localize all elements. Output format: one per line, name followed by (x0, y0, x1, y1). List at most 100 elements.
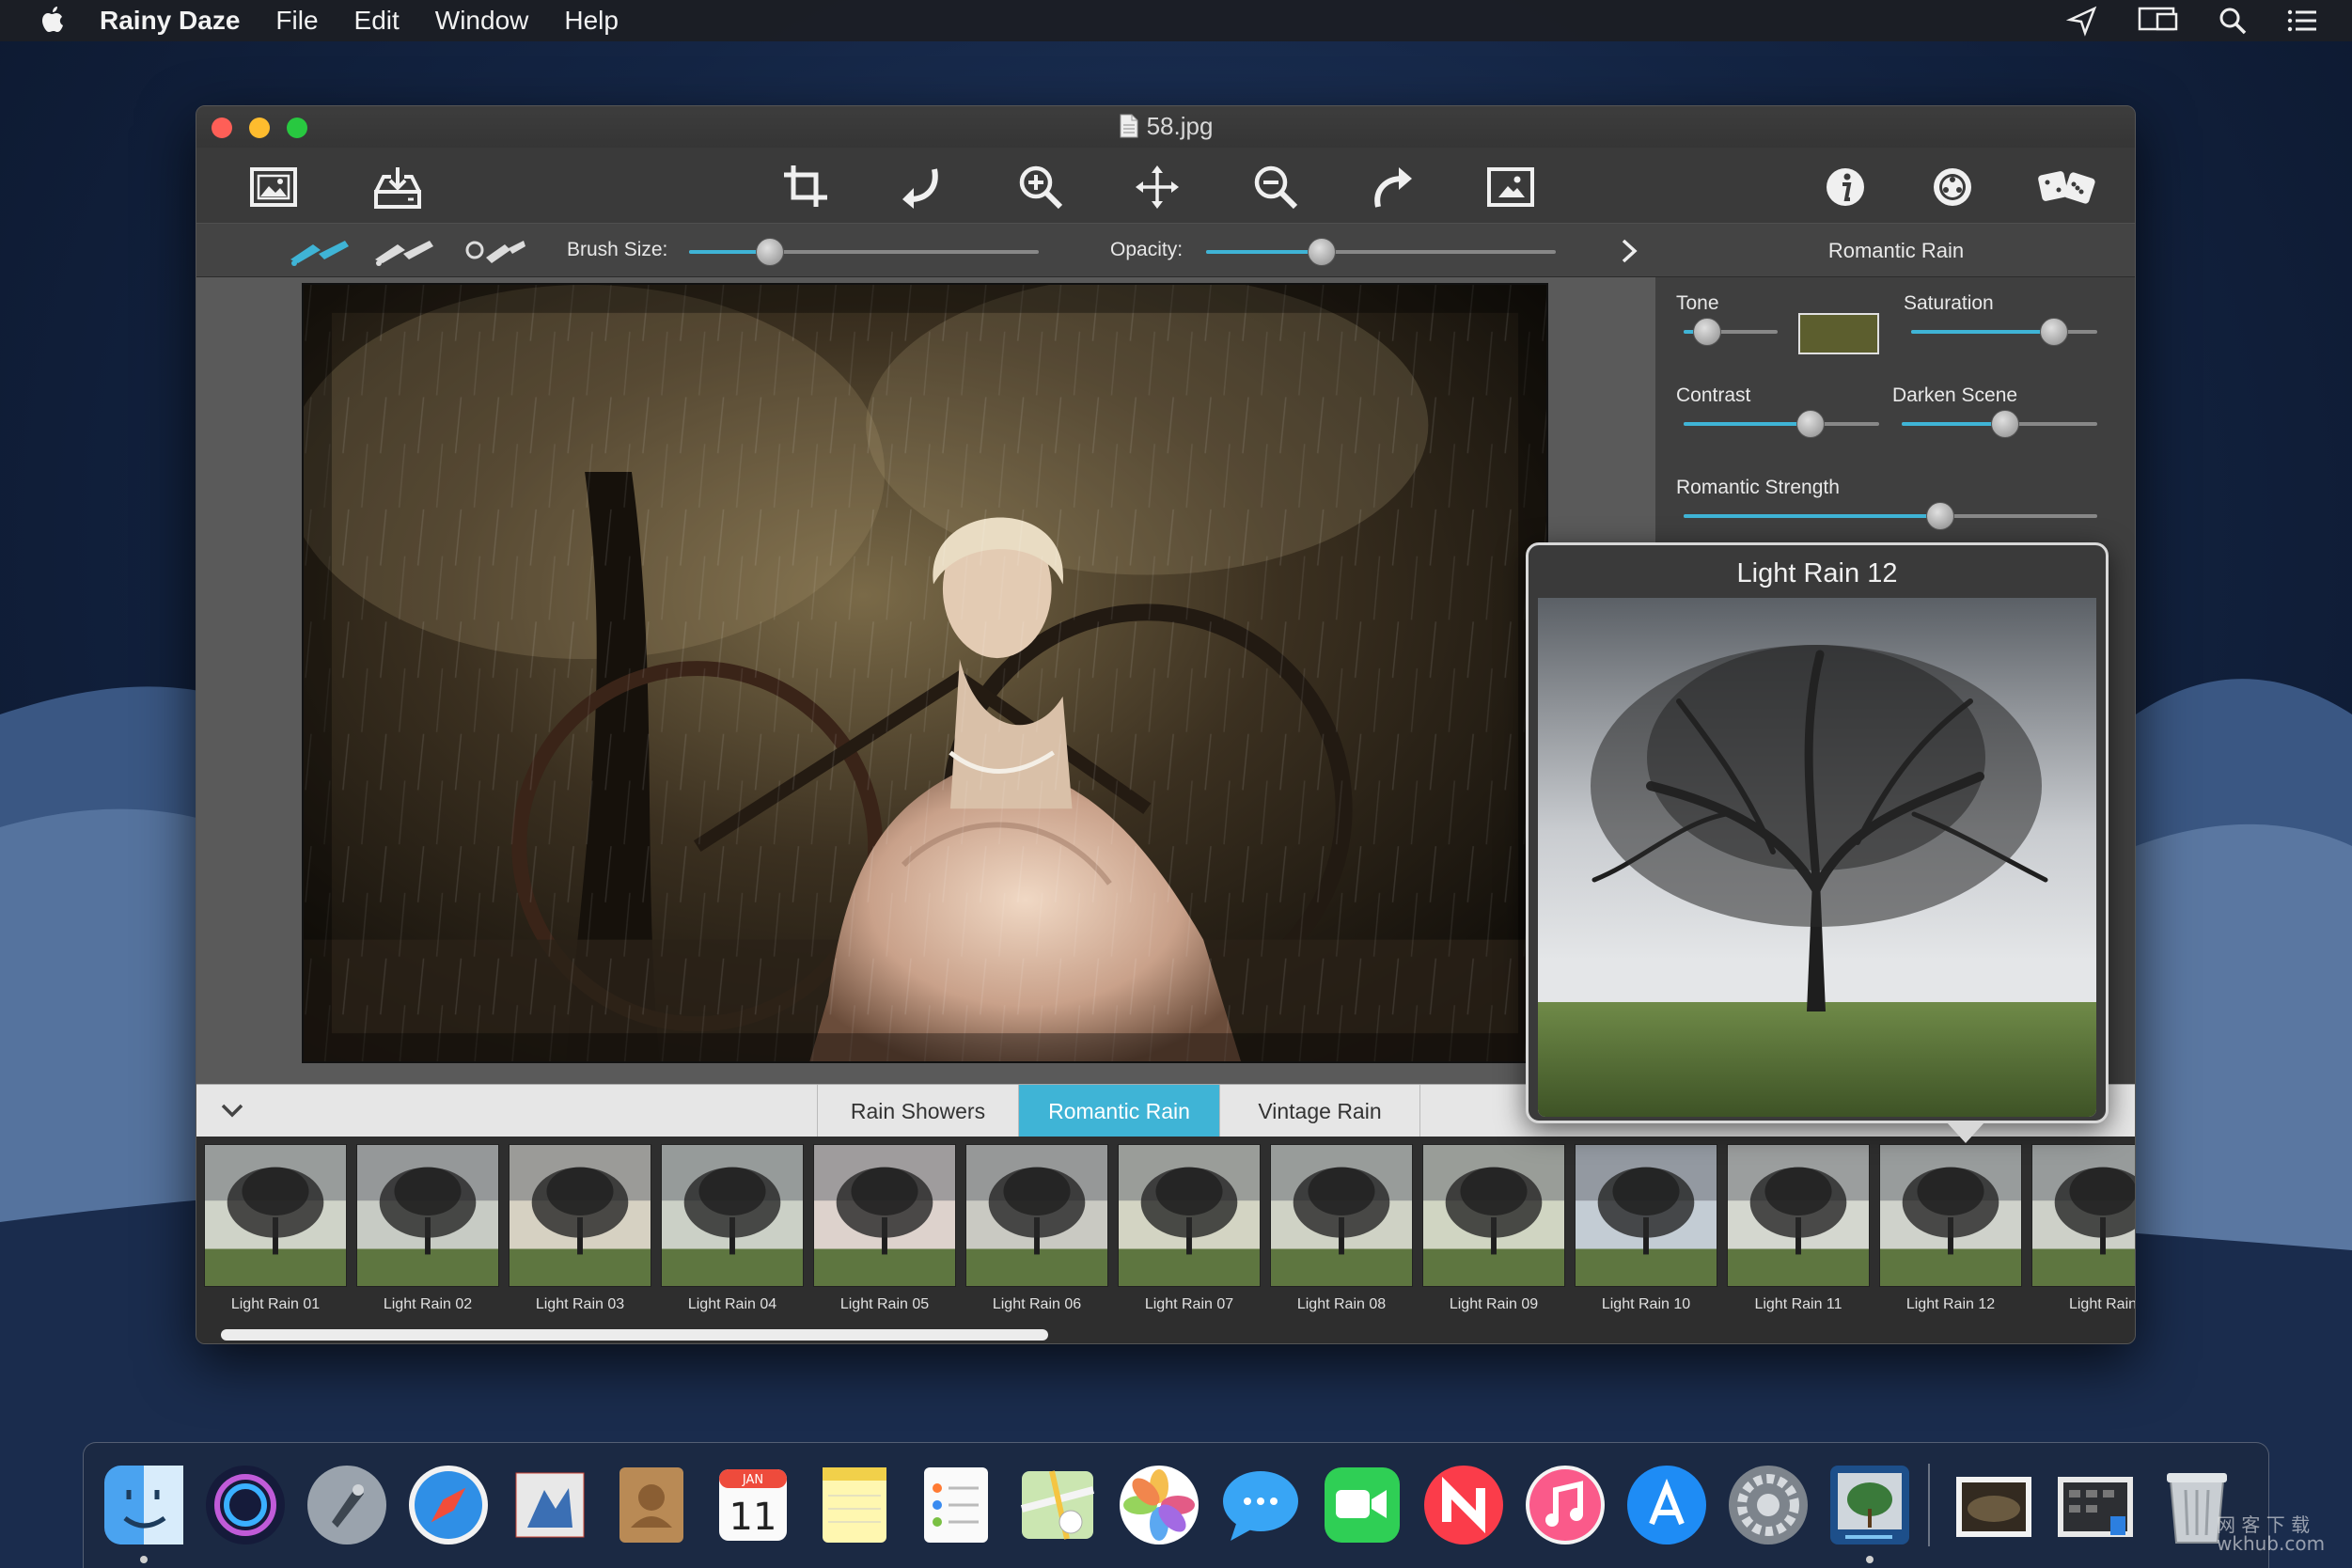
rotate-left-button[interactable] (894, 161, 950, 213)
preset-thumbnail[interactable] (356, 1144, 499, 1287)
messages-dock-item[interactable] (1217, 1462, 1304, 1548)
app-menu-name[interactable]: Rainy Daze (100, 6, 240, 36)
documents-stack-dock-item[interactable] (2052, 1462, 2139, 1548)
documents-stack-icon (2058, 1477, 2133, 1537)
spotlight-search-icon[interactable] (2217, 5, 2249, 37)
tone-slider-knob[interactable] (1693, 318, 1721, 346)
brush-size-slider[interactable] (689, 238, 1039, 266)
random-button[interactable] (2031, 161, 2107, 213)
tone-label: Tone (1676, 292, 1719, 314)
preset-thumbnail[interactable] (1575, 1144, 1717, 1287)
rainy-daze-dock-item[interactable] (1827, 1462, 1913, 1548)
title-bar[interactable]: 58.jpg (196, 106, 2135, 148)
fit-image-button[interactable] (1482, 161, 1539, 213)
preset-thumbnail[interactable] (2031, 1144, 2135, 1287)
brush-paint-icon[interactable] (287, 235, 353, 267)
opacity-slider[interactable] (1206, 238, 1556, 266)
airplay-display-icon[interactable] (2136, 5, 2179, 37)
contrast-slider[interactable] (1684, 410, 1879, 438)
tone-color-swatch[interactable] (1798, 313, 1879, 354)
darken-scene-slider-knob[interactable] (1991, 410, 2020, 438)
system-preferences-dock-item[interactable] (1725, 1462, 1811, 1548)
tab-romantic-rain[interactable]: Romantic Rain (1018, 1085, 1219, 1137)
saturation-slider-knob[interactable] (2040, 318, 2069, 346)
preset-thumbnail[interactable] (1270, 1144, 1413, 1287)
saturation-slider[interactable] (1911, 318, 2097, 346)
brush-erase-icon[interactable] (371, 235, 437, 267)
romantic-strength-slider-knob[interactable] (1925, 502, 1954, 530)
preset-thumbnail[interactable] (1727, 1144, 1870, 1287)
menu-file[interactable]: File (275, 6, 318, 36)
music-icon (1526, 1466, 1605, 1544)
maps-dock-item[interactable] (1014, 1462, 1101, 1548)
preset-thumbnail[interactable] (204, 1144, 347, 1287)
preset-thumbnail[interactable] (1118, 1144, 1261, 1287)
tree-preview-photo (1538, 598, 2096, 1117)
watermark-line-1: 网 客 下 载 (2217, 1513, 2311, 1536)
move-button[interactable] (1129, 161, 1185, 213)
music-dock-item[interactable] (1522, 1462, 1608, 1548)
tab-vintage-rain[interactable]: Vintage Rain (1219, 1085, 1420, 1137)
menu-help[interactable]: Help (564, 6, 619, 36)
preset-thumbnail[interactable] (661, 1144, 804, 1287)
preset-thumbnail[interactable] (509, 1144, 651, 1287)
mail-icon (515, 1472, 585, 1538)
notes-dock-item[interactable] (811, 1462, 898, 1548)
romantic-strength-label: Romantic Strength (1676, 477, 1840, 498)
rotate-right-button[interactable] (1364, 161, 1420, 213)
reminders-dock-item[interactable] (913, 1462, 999, 1548)
photos-dock-item[interactable] (1116, 1462, 1202, 1548)
settings-icon (1934, 168, 1971, 206)
preview-image (1538, 598, 2096, 1117)
preset-thumbnail[interactable] (1422, 1144, 1565, 1287)
apple-icon[interactable] (38, 5, 66, 37)
preset-thumbnail-image (1576, 1145, 1717, 1286)
tab-rain-showers[interactable]: Rain Showers (817, 1085, 1018, 1137)
facetime-dock-item[interactable] (1319, 1462, 1405, 1548)
open-image-button[interactable] (245, 161, 302, 213)
app-store-icon (1627, 1466, 1706, 1544)
preset-strip-scrollbar[interactable] (221, 1329, 1048, 1341)
contacts-dock-item[interactable] (608, 1462, 695, 1548)
random-dice-icon (2038, 171, 2095, 204)
preset-strip: Light Rain 01 Light Rain 02 Light Rain 03 L… (196, 1137, 2135, 1343)
preset-thumbnail-image (357, 1145, 498, 1286)
save-image-button[interactable] (369, 161, 426, 213)
mail-dock-item[interactable] (507, 1462, 593, 1548)
siri-dock-item[interactable] (202, 1462, 289, 1548)
news-dock-item[interactable] (1420, 1462, 1507, 1548)
finder-icon (104, 1466, 183, 1544)
notification-center-icon[interactable] (2286, 5, 2318, 37)
app-store-dock-item[interactable] (1623, 1462, 1710, 1548)
info-button[interactable] (1817, 161, 1874, 213)
chevron-right-icon[interactable] (1618, 237, 1640, 265)
calendar-dock-item[interactable]: JAN 11 (710, 1462, 796, 1548)
opacity-slider-knob[interactable] (1307, 238, 1336, 266)
brush-size-slider-knob[interactable] (755, 238, 784, 266)
darken-scene-slider[interactable] (1902, 410, 2097, 438)
preset-thumbnail[interactable] (965, 1144, 1108, 1287)
zoom-in-button[interactable] (1012, 161, 1069, 213)
location-icon[interactable] (2066, 5, 2098, 37)
settings-button[interactable] (1924, 161, 1981, 213)
tone-slider[interactable] (1684, 318, 1778, 346)
brush-reset-icon[interactable] (463, 235, 529, 267)
romantic-strength-slider[interactable] (1684, 502, 2097, 530)
downloads-stack-dock-item[interactable] (1951, 1462, 2037, 1548)
main-photo[interactable] (302, 283, 1548, 1063)
launchpad-dock-item[interactable] (304, 1462, 390, 1548)
finder-dock-item[interactable] (101, 1462, 187, 1548)
menu-window[interactable]: Window (435, 6, 529, 36)
menu-edit[interactable]: Edit (354, 6, 400, 36)
preset-thumbnail[interactable] (1879, 1144, 2022, 1287)
chevron-down-icon[interactable] (219, 1100, 245, 1122)
preset-label: Light Rain 01 (230, 1296, 321, 1312)
downloads-stack-icon (1956, 1477, 2031, 1537)
crop-button[interactable] (777, 161, 834, 213)
zoom-out-button[interactable] (1247, 161, 1304, 213)
contrast-slider-knob[interactable] (1796, 410, 1826, 438)
window-title-text: 58.jpg (1146, 112, 1214, 140)
calendar-icon: JAN 11 (719, 1469, 787, 1541)
safari-dock-item[interactable] (405, 1462, 492, 1548)
preset-thumbnail[interactable] (813, 1144, 956, 1287)
